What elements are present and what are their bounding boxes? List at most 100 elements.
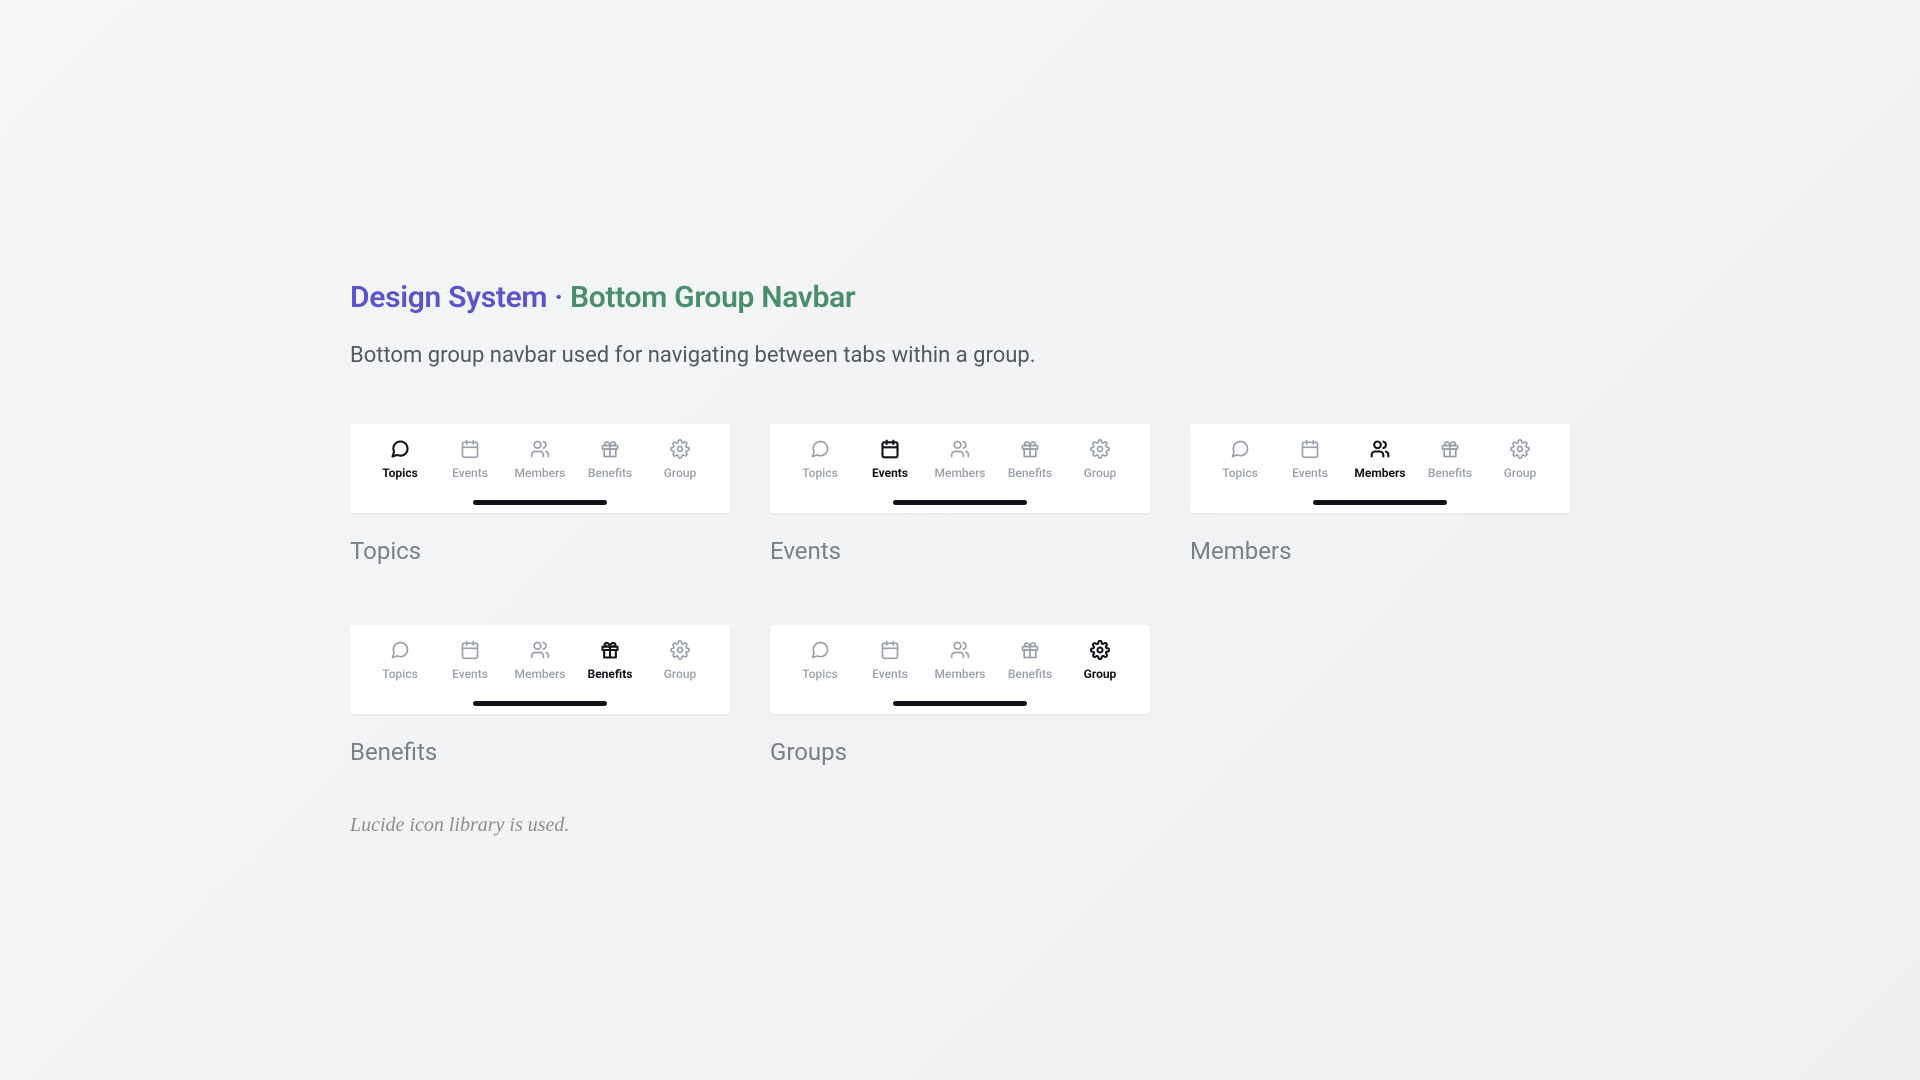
variant-caption: Groups — [770, 738, 1150, 766]
nav-tab-members[interactable]: Members — [512, 639, 568, 681]
nav-tab-label: Group — [1084, 667, 1117, 681]
settings-icon — [1509, 438, 1531, 460]
nav-tab-label: Members — [1354, 466, 1405, 480]
gift-icon — [1439, 438, 1461, 460]
nav-tab-label: Events — [872, 466, 908, 480]
calendar-icon — [879, 438, 901, 460]
navbar-tabs: Topics Events Members Benefits Group — [1212, 438, 1548, 480]
nav-tab-label: Topics — [382, 667, 418, 681]
home-indicator — [473, 701, 607, 706]
nav-tab-group[interactable]: Group — [1072, 639, 1128, 681]
navbar-card: Topics Events Members Benefits Group — [770, 424, 1150, 513]
nav-tab-label: Topics — [382, 466, 418, 480]
nav-tab-label: Benefits — [588, 466, 632, 480]
page-subtitle: Bottom group navbar used for navigating … — [350, 343, 1570, 368]
home-indicator — [893, 500, 1027, 505]
nav-tab-group[interactable]: Group — [1072, 438, 1128, 480]
nav-tab-members[interactable]: Members — [1352, 438, 1408, 480]
navbar-tabs: Topics Events Members Benefits Group — [372, 438, 708, 480]
variant-caption: Events — [770, 537, 1150, 565]
message-icon — [1229, 438, 1251, 460]
nav-tab-benefits[interactable]: Benefits — [582, 639, 638, 681]
navbar-card: Topics Events Members Benefits Group — [350, 625, 730, 714]
nav-tab-topics[interactable]: Topics — [372, 639, 428, 681]
nav-tab-topics[interactable]: Topics — [792, 639, 848, 681]
message-icon — [809, 639, 831, 661]
nav-tab-benefits[interactable]: Benefits — [1002, 438, 1058, 480]
variant-benefits: Topics Events Members Benefits Group Benefits — [350, 625, 730, 766]
nav-tab-group[interactable]: Group — [652, 639, 708, 681]
title-part2: Bottom Group Navbar — [570, 280, 855, 315]
users-icon — [529, 639, 551, 661]
variant-caption: Topics — [350, 537, 730, 565]
nav-tab-label: Benefits — [1428, 466, 1472, 480]
navbar-card: Topics Events Members Benefits Group — [1190, 424, 1570, 513]
settings-icon — [1089, 438, 1111, 460]
nav-tab-members[interactable]: Members — [932, 639, 988, 681]
navbar-tabs: Topics Events Members Benefits Group — [792, 639, 1128, 681]
nav-tab-label: Members — [935, 466, 986, 480]
users-icon — [1369, 438, 1391, 460]
navbar-card: Topics Events Members Benefits Group — [770, 625, 1150, 714]
nav-tab-events[interactable]: Events — [1282, 438, 1338, 480]
home-indicator — [893, 701, 1027, 706]
nav-tab-label: Members — [515, 466, 566, 480]
navbar-tabs: Topics Events Members Benefits Group — [792, 438, 1128, 480]
nav-tab-topics[interactable]: Topics — [792, 438, 848, 480]
nav-tab-benefits[interactable]: Benefits — [1422, 438, 1478, 480]
users-icon — [949, 438, 971, 460]
nav-tab-label: Group — [1504, 466, 1537, 480]
nav-tab-label: Benefits — [1008, 466, 1052, 480]
nav-tab-label: Members — [515, 667, 566, 681]
gift-icon — [1019, 639, 1041, 661]
nav-tab-label: Group — [664, 667, 697, 681]
message-icon — [389, 438, 411, 460]
nav-tab-label: Topics — [802, 466, 838, 480]
nav-tab-members[interactable]: Members — [932, 438, 988, 480]
nav-tab-label: Benefits — [1008, 667, 1052, 681]
nav-tab-label: Events — [452, 667, 488, 681]
nav-tab-events[interactable]: Events — [862, 438, 918, 480]
nav-tab-group[interactable]: Group — [1492, 438, 1548, 480]
title-part1: Design System · — [350, 280, 570, 315]
calendar-icon — [459, 438, 481, 460]
nav-tab-benefits[interactable]: Benefits — [582, 438, 638, 480]
nav-tab-label: Topics — [1222, 466, 1258, 480]
nav-tab-members[interactable]: Members — [512, 438, 568, 480]
navbar-card: Topics Events Members Benefits Group — [350, 424, 730, 513]
nav-tab-label: Benefits — [588, 667, 633, 681]
calendar-icon — [1299, 438, 1321, 460]
nav-tab-events[interactable]: Events — [442, 639, 498, 681]
variant-members: Topics Events Members Benefits Group Members — [1190, 424, 1570, 565]
variant-group: Topics Events Members Benefits Group Groups — [770, 625, 1150, 766]
variant-caption: Members — [1190, 537, 1570, 565]
gift-icon — [599, 438, 621, 460]
users-icon — [529, 438, 551, 460]
home-indicator — [1313, 500, 1447, 505]
settings-icon — [669, 639, 691, 661]
calendar-icon — [459, 639, 481, 661]
nav-tab-label: Group — [664, 466, 697, 480]
nav-tab-group[interactable]: Group — [652, 438, 708, 480]
gift-icon — [1019, 438, 1041, 460]
message-icon — [809, 438, 831, 460]
nav-tab-benefits[interactable]: Benefits — [1002, 639, 1058, 681]
footnote: Lucide icon library is used. — [350, 814, 1570, 837]
nav-tab-label: Group — [1084, 466, 1117, 480]
nav-tab-label: Members — [935, 667, 986, 681]
settings-icon — [669, 438, 691, 460]
calendar-icon — [879, 639, 901, 661]
nav-tab-label: Topics — [802, 667, 838, 681]
nav-tab-events[interactable]: Events — [442, 438, 498, 480]
gift-icon — [599, 639, 621, 661]
variant-caption: Benefits — [350, 738, 730, 766]
nav-tab-topics[interactable]: Topics — [372, 438, 428, 480]
message-icon — [389, 639, 411, 661]
settings-icon — [1089, 639, 1111, 661]
nav-tab-events[interactable]: Events — [862, 639, 918, 681]
variant-events: Topics Events Members Benefits Group Events — [770, 424, 1150, 565]
home-indicator — [473, 500, 607, 505]
users-icon — [949, 639, 971, 661]
nav-tab-label: Events — [872, 667, 908, 681]
nav-tab-topics[interactable]: Topics — [1212, 438, 1268, 480]
